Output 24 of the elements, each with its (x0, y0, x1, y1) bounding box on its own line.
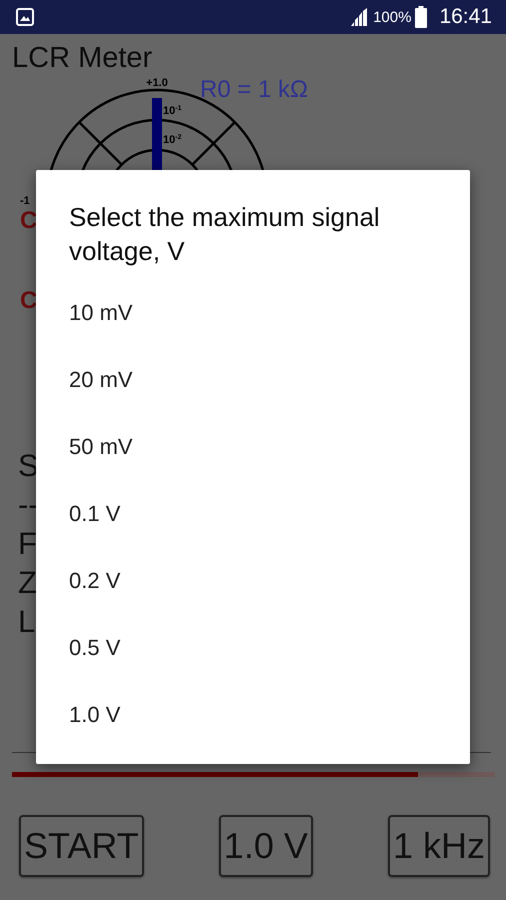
component-label: C (20, 287, 38, 314)
readout-text: Z (18, 564, 37, 602)
ring-label: 10$^{-2}$ (163, 134, 182, 146)
battery-percent: 100% (373, 8, 412, 26)
clock-time: 16:41 (439, 5, 492, 29)
voltage-option[interactable]: 20 mV (69, 352, 440, 419)
voltage-option[interactable]: 10 mV (69, 285, 440, 352)
voltage-option[interactable]: 0.1 V (69, 486, 440, 553)
dialog-title: Select the maximum signal voltage, V (69, 201, 381, 268)
axis-label: +1.0 (146, 77, 168, 89)
battery-icon (415, 6, 428, 28)
axis-label: -1 (20, 195, 30, 207)
voltage-option[interactable]: 0.2 V (69, 553, 440, 620)
component-label: C (20, 207, 38, 234)
voltage-option[interactable]: 1.0 V (69, 687, 440, 754)
image-icon (16, 8, 34, 26)
signal-icon (349, 7, 370, 27)
readout-text: L (18, 603, 36, 641)
ring-label: 10$^{-1}$ (163, 105, 182, 117)
readout-text: F (18, 525, 37, 563)
voltage-option[interactable]: 50 mV (69, 419, 440, 486)
readout-text: S (18, 447, 39, 485)
voltage-option[interactable]: 0.5 V (69, 620, 440, 687)
app-title: LCR Meter (11, 41, 154, 76)
